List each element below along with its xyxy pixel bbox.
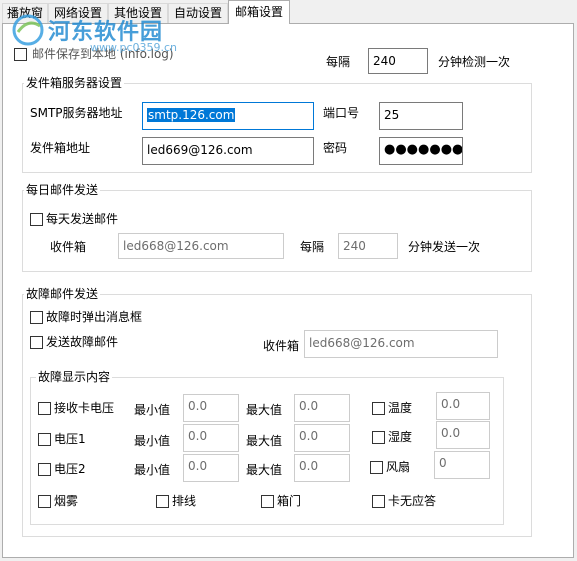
card-no-response-label: 卡无应答 xyxy=(388,494,437,508)
voltage1-max-label: 最大值 xyxy=(246,434,283,448)
fault-email-legend: 故障邮件发送 xyxy=(24,287,101,301)
voltage1-checkbox[interactable] xyxy=(38,433,51,446)
voltage2-checkbox[interactable] xyxy=(38,463,51,476)
tab-other-settings[interactable]: 其他设置 xyxy=(108,3,168,23)
temperature-label: 温度 xyxy=(388,401,413,415)
password-label: 密码 xyxy=(323,141,348,155)
fan-input[interactable]: 0 xyxy=(434,451,490,479)
temperature-checkbox[interactable] xyxy=(372,402,385,415)
tab-network-settings[interactable]: 网络设置 xyxy=(48,3,108,23)
cable-checkbox[interactable] xyxy=(156,495,169,508)
smtp-server-label: SMTP服务器地址 xyxy=(30,106,123,120)
daily-recipient-input[interactable]: led668@126.com xyxy=(118,233,284,259)
check-interval-prefix: 每隔 xyxy=(326,55,351,69)
door-label: 箱门 xyxy=(277,494,302,508)
daily-recipient-label: 收件箱 xyxy=(50,240,87,254)
smtp-server-input[interactable]: smtp.126.com xyxy=(142,102,314,130)
fault-recipient-input[interactable]: led668@126.com xyxy=(304,330,498,358)
daily-interval-prefix: 每隔 xyxy=(300,240,325,254)
smtp-server-value: smtp.126.com xyxy=(147,108,236,122)
card-no-response-checkbox[interactable] xyxy=(372,495,385,508)
fan-checkbox[interactable] xyxy=(370,461,383,474)
fault-recipient-label: 收件箱 xyxy=(263,339,300,353)
humidity-label: 湿度 xyxy=(388,430,413,444)
port-label: 端口号 xyxy=(323,106,360,120)
port-input[interactable]: 25 xyxy=(379,102,463,130)
daily-send-checkbox[interactable] xyxy=(30,213,43,226)
tab-playback-window[interactable]: 播放窗 xyxy=(2,3,48,23)
tab-auto-settings[interactable]: 自动设置 xyxy=(168,3,228,23)
check-interval-input[interactable]: 240 xyxy=(368,48,428,74)
fan-label: 风扇 xyxy=(386,460,411,474)
voltage1-min-input[interactable]: 0.0 xyxy=(183,424,239,452)
tab-bar: 播放窗 网络设置 其他设置 自动设置 邮箱设置 xyxy=(0,0,577,24)
voltage2-label: 电压2 xyxy=(54,462,86,476)
receiver-voltage-label: 接收卡电压 xyxy=(54,401,115,415)
save-local-checkbox[interactable] xyxy=(14,48,27,61)
daily-email-legend: 每日邮件发送 xyxy=(24,183,101,197)
fault-popup-label: 故障时弹出消息框 xyxy=(46,310,143,324)
voltage1-label: 电压1 xyxy=(54,432,86,446)
door-checkbox[interactable] xyxy=(261,495,274,508)
save-local-label: 邮件保存到本地 (info.log) xyxy=(32,47,174,61)
smoke-checkbox[interactable] xyxy=(38,495,51,508)
humidity-input[interactable]: 0.0 xyxy=(436,421,490,449)
daily-email-group xyxy=(22,190,532,272)
server-settings-legend: 发件箱服务器设置 xyxy=(24,76,125,90)
password-input[interactable]: ●●●●●●●●●● xyxy=(379,137,463,165)
smoke-label: 烟雾 xyxy=(54,494,79,508)
sender-address-input[interactable]: led669@126.com xyxy=(142,137,314,165)
humidity-checkbox[interactable] xyxy=(372,431,385,444)
cable-label: 排线 xyxy=(172,494,197,508)
voltage2-max-label: 最大值 xyxy=(246,463,283,477)
voltage2-min-input[interactable]: 0.0 xyxy=(183,454,239,482)
voltage1-max-input[interactable]: 0.0 xyxy=(294,424,350,452)
fault-send-label: 发送故障邮件 xyxy=(46,335,119,349)
voltage2-max-input[interactable]: 0.0 xyxy=(294,454,350,482)
receiver-voltage-max-input[interactable]: 0.0 xyxy=(294,394,350,422)
voltage1-min-label: 最小值 xyxy=(134,434,171,448)
fault-popup-checkbox[interactable] xyxy=(30,311,43,324)
receiver-voltage-min-label: 最小值 xyxy=(134,403,171,417)
tab-email-settings[interactable]: 邮箱设置 xyxy=(228,0,290,24)
receiver-voltage-max-label: 最大值 xyxy=(246,403,283,417)
receiver-voltage-checkbox[interactable] xyxy=(38,402,51,415)
sender-address-label: 发件箱地址 xyxy=(30,141,91,155)
fault-send-checkbox[interactable] xyxy=(30,336,43,349)
temperature-input[interactable]: 0.0 xyxy=(436,392,490,420)
daily-send-label: 每天发送邮件 xyxy=(46,212,119,226)
voltage2-min-label: 最小值 xyxy=(134,463,171,477)
check-interval-suffix: 分钟检测一次 xyxy=(438,55,511,69)
receiver-voltage-min-input[interactable]: 0.0 xyxy=(183,394,239,422)
daily-interval-input[interactable]: 240 xyxy=(338,233,398,259)
daily-interval-suffix: 分钟发送一次 xyxy=(408,240,481,254)
fault-content-legend: 故障显示内容 xyxy=(36,370,113,384)
